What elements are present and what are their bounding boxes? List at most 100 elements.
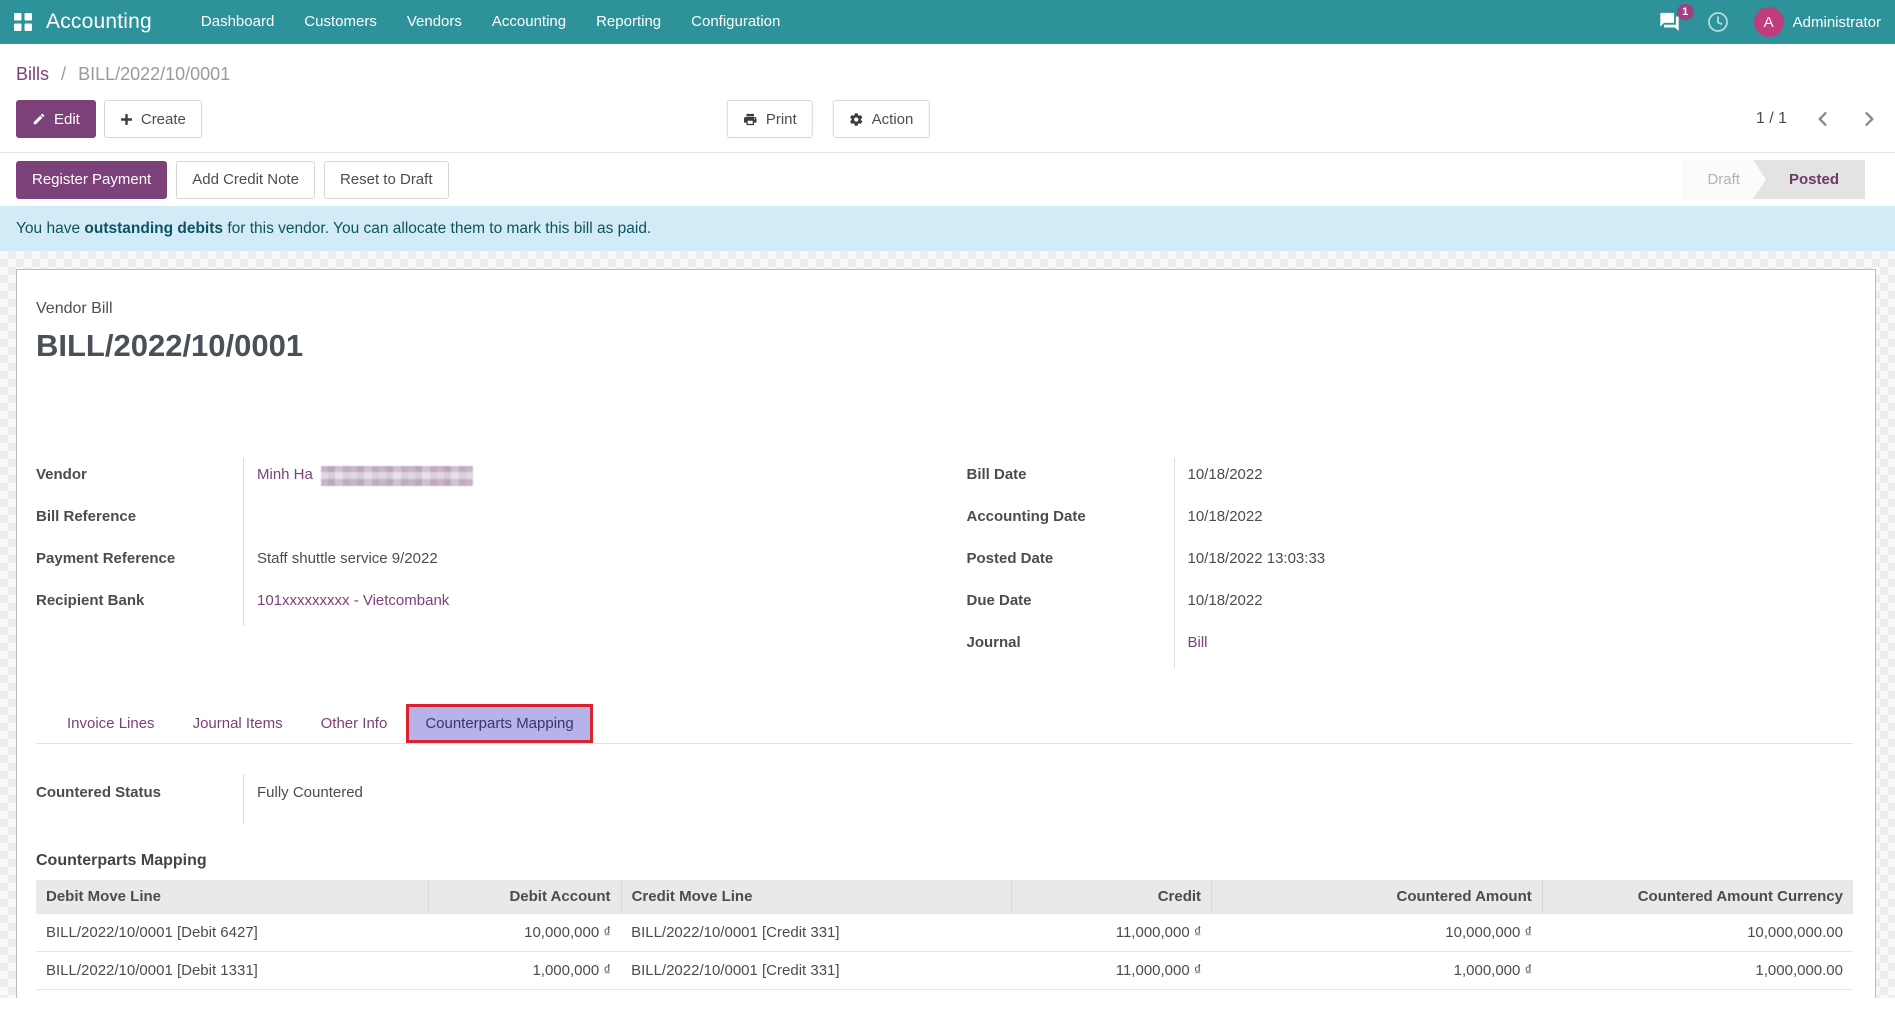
cell-countered-amount-currency: 1,000,000.00 — [1542, 952, 1853, 990]
col-credit: Credit — [1012, 880, 1212, 914]
pager-next-button[interactable] — [1859, 109, 1879, 129]
due-date-value: 10/18/2022 — [1175, 584, 1854, 626]
field-row-payment-reference: Payment Reference Staff shuttle service … — [36, 542, 923, 584]
register-payment-button[interactable]: Register Payment — [16, 161, 167, 199]
countered-status-label: Countered Status — [36, 774, 244, 824]
banner-text-prefix: You have — [16, 220, 84, 237]
print-button-label: Print — [766, 111, 797, 128]
field-row-vendor: Vendor Minh Ha — [36, 458, 923, 500]
tab-counterparts-mapping[interactable]: Counterparts Mapping — [406, 704, 592, 743]
tab-other-info[interactable]: Other Info — [302, 704, 407, 743]
pager-previous-button[interactable] — [1813, 109, 1833, 129]
cell-countered-amount-currency: 10,000,000.00 — [1542, 914, 1853, 952]
countered-status-value: Fully Countered — [244, 774, 1853, 824]
payment-reference-label: Payment Reference — [36, 542, 244, 584]
journal-link[interactable]: Bill — [1188, 634, 1208, 651]
action-button-label: Action — [872, 111, 914, 128]
vendor-link[interactable]: Minh Ha — [257, 466, 313, 483]
menu-accounting[interactable]: Accounting — [477, 0, 581, 44]
field-row-posted-date: Posted Date 10/18/2022 13:03:33 — [967, 542, 1854, 584]
cell-debit-account: 10,000,000 ₫ — [428, 914, 621, 952]
breadcrumb-bills-link[interactable]: Bills — [16, 64, 49, 84]
user-name: Administrator — [1793, 14, 1881, 31]
menu-dashboard[interactable]: Dashboard — [186, 0, 289, 44]
tab-journal-items[interactable]: Journal Items — [174, 704, 302, 743]
navbar-systray: 1 A Administrator — [1657, 7, 1883, 37]
menu-customers[interactable]: Customers — [289, 0, 392, 44]
statusbar-buttons: Register Payment Add Credit Note Reset t… — [16, 161, 449, 199]
bill-reference-value — [244, 500, 923, 542]
recipient-bank-label: Recipient Bank — [36, 584, 244, 626]
cell-debit-account: 1,000,000 ₫ — [428, 952, 621, 990]
chevron-right-icon — [1859, 109, 1879, 129]
field-row-bill-date: Bill Date 10/18/2022 — [967, 458, 1854, 500]
app-name: Accounting — [46, 10, 152, 34]
menu-reporting[interactable]: Reporting — [581, 0, 676, 44]
main-menu: Dashboard Customers Vendors Accounting R… — [186, 0, 795, 44]
action-button[interactable]: Action — [833, 100, 930, 138]
breadcrumb-separator: / — [61, 64, 66, 84]
accounting-date-label: Accounting Date — [967, 500, 1175, 542]
cell-debit-move-line: BILL/2022/10/0001 [Debit 6427] — [36, 914, 428, 952]
journal-label: Journal — [967, 626, 1175, 668]
table-row: BILL/2022/10/0001 [Debit 6427] 10,000,00… — [36, 914, 1853, 952]
counterparts-mapping-title: Counterparts Mapping — [36, 852, 1853, 870]
due-date-label: Due Date — [967, 584, 1175, 626]
bill-date-value: 10/18/2022 — [1175, 458, 1854, 500]
field-grid: Vendor Minh Ha Bill Reference Payment Re… — [36, 458, 1853, 668]
payment-reference-value: Staff shuttle service 9/2022 — [244, 542, 923, 584]
menu-vendors[interactable]: Vendors — [392, 0, 477, 44]
tab-invoice-lines[interactable]: Invoice Lines — [48, 704, 174, 743]
field-row-countered-status: Countered Status Fully Countered — [36, 774, 1853, 824]
field-row-accounting-date: Accounting Date 10/18/2022 — [967, 500, 1854, 542]
apps-grid-icon — [14, 13, 32, 31]
create-button[interactable]: Create — [104, 100, 202, 138]
print-button[interactable]: Print — [727, 100, 813, 138]
add-credit-note-button[interactable]: Add Credit Note — [176, 161, 315, 199]
col-countered-amount: Countered Amount — [1212, 880, 1543, 914]
chevron-left-icon — [1813, 109, 1833, 129]
control-panel-buttons: Edit Create Print Action 1 / 1 — [0, 88, 1895, 152]
activities-icon[interactable] — [1706, 10, 1730, 34]
table-empty-row — [36, 990, 1853, 999]
top-navbar: Accounting Dashboard Customers Vendors A… — [0, 0, 1895, 44]
posted-date-value: 10/18/2022 13:03:33 — [1175, 542, 1854, 584]
counterparts-mapping-table: Debit Move Line Debit Account Credit Mov… — [36, 880, 1853, 998]
status-step-posted[interactable]: Posted — [1753, 160, 1865, 199]
avatar: A — [1754, 7, 1784, 37]
clock-icon — [1706, 10, 1730, 34]
vendor-label: Vendor — [36, 458, 244, 500]
banner-text-suffix: for this vendor. You can allocate them t… — [223, 220, 651, 237]
col-debit-move-line: Debit Move Line — [36, 880, 428, 914]
plus-icon — [120, 113, 133, 126]
banner-text-bold: outstanding debits — [84, 220, 223, 237]
notebook-tabs: Invoice Lines Journal Items Other Info C… — [36, 704, 1853, 744]
status-step-draft[interactable]: Draft — [1681, 160, 1766, 199]
menu-configuration[interactable]: Configuration — [676, 0, 795, 44]
message-count-badge: 1 — [1677, 4, 1694, 20]
recipient-bank-link[interactable]: 101xxxxxxxxx - Vietcombank — [257, 592, 449, 609]
apps-menu-icon[interactable] — [14, 13, 32, 31]
table-header-row: Debit Move Line Debit Account Credit Mov… — [36, 880, 1853, 914]
cell-credit: 11,000,000 ₫ — [1012, 914, 1212, 952]
user-menu[interactable]: A Administrator — [1754, 7, 1883, 37]
cell-credit-move-line: BILL/2022/10/0001 [Credit 331] — [621, 952, 1012, 990]
status-widget: Draft Posted — [1681, 160, 1865, 199]
gear-icon — [849, 112, 864, 127]
edit-button[interactable]: Edit — [16, 100, 96, 138]
field-group-right: Bill Date 10/18/2022 Accounting Date 10/… — [967, 458, 1854, 668]
messages-icon[interactable]: 1 — [1657, 11, 1682, 33]
table-row: BILL/2022/10/0001 [Debit 1331] 1,000,000… — [36, 952, 1853, 990]
cell-countered-amount: 1,000,000 ₫ — [1212, 952, 1543, 990]
field-row-bill-reference: Bill Reference — [36, 500, 923, 542]
field-row-journal: Journal Bill — [967, 626, 1854, 668]
document-type-label: Vendor Bill — [36, 300, 1853, 318]
col-countered-amount-currency: Countered Amount Currency — [1542, 880, 1853, 914]
reset-to-draft-button[interactable]: Reset to Draft — [324, 161, 449, 199]
vendor-bill-sheet: Vendor Bill BILL/2022/10/0001 Vendor Min… — [16, 269, 1876, 998]
create-button-label: Create — [141, 111, 186, 128]
statusbar: Register Payment Add Credit Note Reset t… — [0, 152, 1895, 206]
field-row-due-date: Due Date 10/18/2022 — [967, 584, 1854, 626]
redacted-vendor-name — [321, 466, 473, 486]
edit-button-label: Edit — [54, 111, 80, 128]
